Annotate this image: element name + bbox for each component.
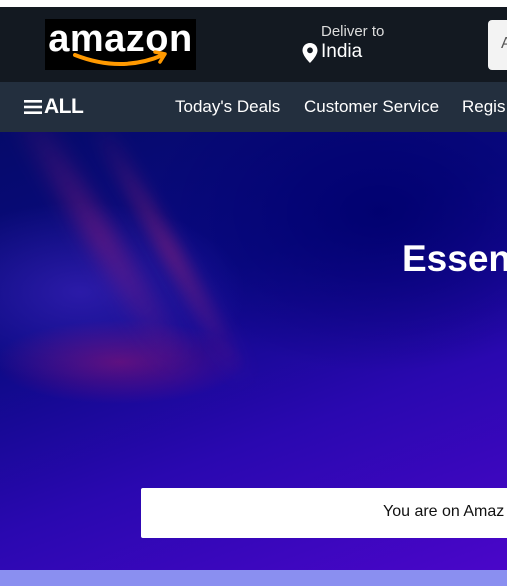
search-category-select[interactable]: A [488, 20, 507, 70]
amazon-smile-arrow-icon [73, 50, 167, 66]
next-section-strip [0, 570, 507, 586]
deliver-country: India [321, 41, 363, 62]
deliver-label: Deliver to [321, 23, 385, 40]
nav-link-customer-service[interactable]: Customer Service [304, 97, 439, 117]
all-menu-label: ALL [44, 95, 84, 118]
top-strip [0, 0, 507, 7]
hero-title: Essent [402, 238, 507, 279]
all-menu-button[interactable]: ALL [24, 94, 84, 120]
nav-link-todays-deals[interactable]: Today's Deals [175, 97, 280, 117]
search-category-label: A [501, 35, 507, 52]
nav-link-registry[interactable]: Regis [462, 97, 505, 117]
hamburger-menu-icon [24, 100, 42, 114]
hero-banner[interactable]: Essent You are on Amaz [0, 132, 507, 570]
region-notice-text: You are on Amaz [383, 503, 505, 520]
deliver-to-location[interactable]: Deliver to India [300, 23, 410, 67]
amazon-logo[interactable]: amazon [45, 19, 196, 70]
sub-navigation: ALL Today's Deals Customer Service Regis [0, 82, 507, 132]
top-header: amazon Deliver to India A [0, 7, 507, 82]
location-pin-icon [302, 43, 318, 63]
region-notice-box: You are on Amaz [141, 488, 507, 538]
